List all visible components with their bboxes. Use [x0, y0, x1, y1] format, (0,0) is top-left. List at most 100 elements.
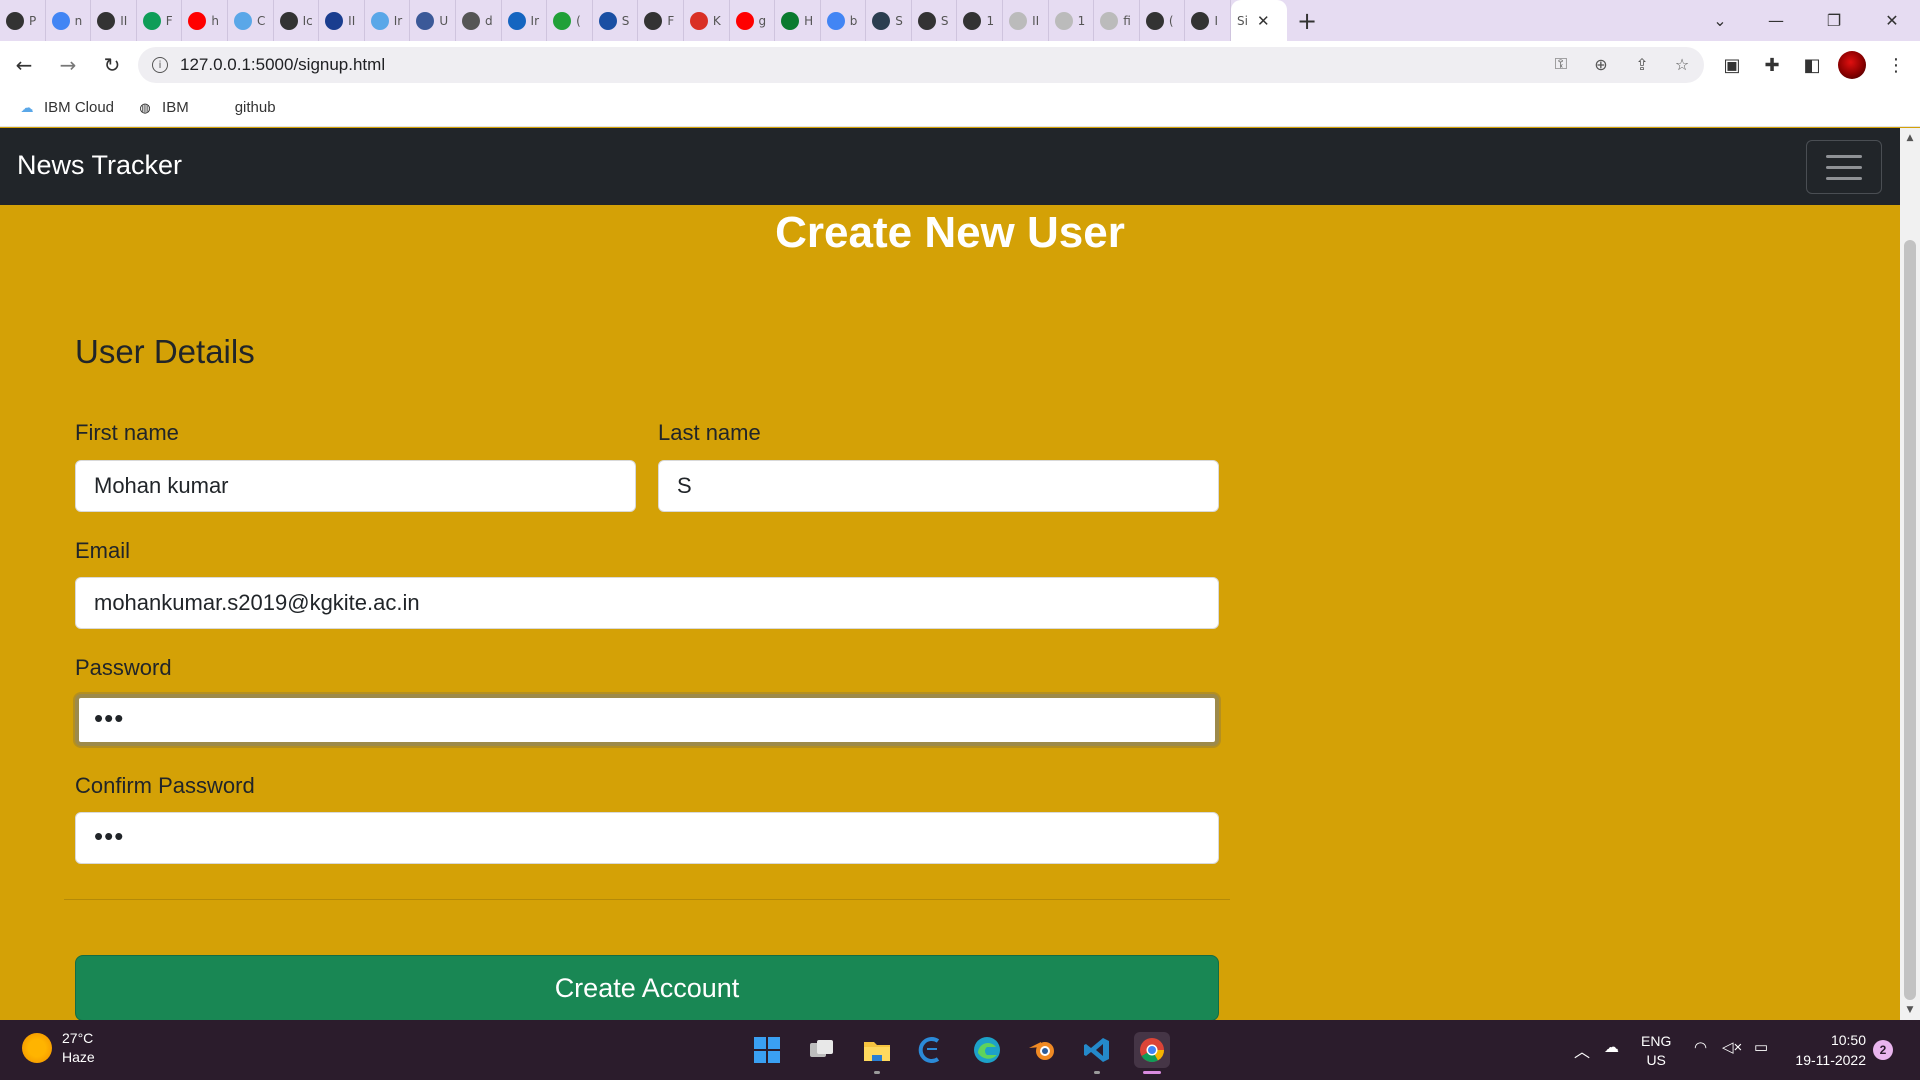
active-indicator	[1143, 1071, 1161, 1074]
browser-tab[interactable]: U	[410, 0, 456, 41]
browser-tab[interactable]: 1	[957, 0, 1004, 41]
confirm-password-label: Confirm Password	[75, 773, 255, 798]
browser-tab[interactable]: n	[46, 0, 92, 41]
tab-label: n	[74, 13, 83, 28]
password-input[interactable]: •••	[75, 694, 1219, 746]
minimize-button[interactable]: —	[1748, 0, 1804, 41]
running-indicator	[874, 1071, 880, 1074]
system-clock[interactable]: 10:50 19-11-2022	[1790, 1030, 1866, 1070]
active-tab-label: Si	[1237, 13, 1248, 28]
tabs-container: Pn II Fh C Ic II Ir Ud Ir (S F Kg Hb S S 1 II 1 fi (I	[0, 0, 1232, 41]
eclipse-app-icon[interactable]	[914, 1032, 950, 1068]
browser-tab[interactable]: F	[638, 0, 684, 41]
page-scrollbar[interactable]: ▲ ▼	[1900, 128, 1920, 1020]
last-name-input[interactable]: S	[658, 460, 1219, 512]
browser-tab[interactable]: S	[866, 0, 912, 41]
wifi-icon[interactable]: ◠	[1694, 1038, 1707, 1056]
extensions-puzzle-icon[interactable]: ✚	[1757, 50, 1787, 80]
reload-button[interactable]: ↻	[92, 45, 132, 85]
browser-tab[interactable]: C	[228, 0, 274, 41]
bookmark-ibm[interactable]: ◍ IBM	[136, 99, 189, 117]
key-icon[interactable]: ⚿	[1550, 53, 1572, 75]
create-account-button[interactable]: Create Account	[75, 955, 1219, 1020]
weather-widget[interactable]: 27°C Haze	[22, 1029, 95, 1067]
edge-browser-icon[interactable]	[969, 1032, 1005, 1068]
new-tab-button[interactable]: +	[1287, 0, 1327, 41]
browser-tab[interactable]: Ir	[502, 0, 548, 41]
email-input[interactable]: mohankumar.s2019@kgkite.ac.in	[75, 577, 1219, 629]
globe-icon	[917, 11, 936, 30]
browser-tab[interactable]: b	[821, 0, 867, 41]
onedrive-cloud-icon[interactable]: ☁	[1604, 1038, 1619, 1056]
tab-label: F	[165, 13, 173, 28]
browser-tab[interactable]: II	[319, 0, 365, 41]
forward-button[interactable]: →	[48, 45, 88, 85]
restore-button[interactable]: ❐	[1806, 0, 1862, 41]
scroll-down-icon[interactable]: ▼	[1900, 1002, 1920, 1018]
navbar-toggler-button[interactable]	[1806, 140, 1882, 194]
tab-label: S	[895, 13, 903, 28]
close-tab-icon[interactable]: ✕	[1257, 12, 1270, 30]
profile-avatar[interactable]	[1838, 51, 1866, 79]
weather-haze-icon	[22, 1033, 52, 1063]
file-explorer-icon[interactable]	[859, 1032, 895, 1074]
browser-tab[interactable]: 1	[1049, 0, 1095, 41]
bookmark-ibm-cloud[interactable]: ☁ IBM Cloud	[18, 99, 115, 117]
extension-profile-icon[interactable]: ▣	[1717, 50, 1747, 80]
zoom-icon[interactable]: ⊕	[1590, 53, 1612, 75]
browser-tab[interactable]: I	[1185, 0, 1232, 41]
scroll-thumb[interactable]	[1904, 240, 1916, 1000]
show-hidden-icons-chevron-icon[interactable]: ︿	[1574, 1038, 1590, 1062]
confirm-password-input[interactable]: •••	[75, 812, 1219, 864]
back-button[interactable]: ←	[4, 45, 44, 85]
bookmark-star-icon[interactable]: ☆	[1671, 53, 1693, 75]
browser-tab[interactable]: (	[1140, 0, 1186, 41]
site-info-icon[interactable]: i	[152, 57, 168, 73]
vscode-icon[interactable]	[1079, 1032, 1115, 1074]
chrome-browser-icon[interactable]	[1134, 1032, 1170, 1074]
volume-muted-icon[interactable]: ◁×	[1722, 1038, 1742, 1056]
close-window-button[interactable]: ✕	[1864, 0, 1920, 41]
hamburger-line	[1826, 165, 1862, 169]
tab-active[interactable]: Si ✕	[1231, 0, 1288, 41]
start-button[interactable]	[749, 1032, 785, 1068]
browser-tab[interactable]: F	[137, 0, 183, 41]
browser-tab[interactable]: h	[182, 0, 228, 41]
notification-badge[interactable]: 2	[1873, 1040, 1893, 1060]
browser-tab[interactable]: Ir	[365, 0, 411, 41]
first-name-input[interactable]: Mohan kumar	[75, 460, 636, 512]
form-divider	[64, 899, 1230, 900]
globe-icon: ◍	[139, 99, 151, 115]
browser-tab[interactable]: d	[456, 0, 502, 41]
menu-kebab-icon[interactable]: ⋮	[1881, 50, 1911, 80]
section-title: User Details	[75, 333, 255, 370]
language-indicator[interactable]: ENG US	[1641, 1032, 1671, 1070]
navbar-brand[interactable]: News Tracker	[17, 150, 182, 181]
browser-tab[interactable]: S	[912, 0, 958, 41]
browser-tab[interactable]: P	[0, 0, 46, 41]
tab-label: Ic	[302, 13, 313, 28]
browser-tab[interactable]: H	[775, 0, 821, 41]
password-label: Password	[75, 655, 172, 680]
share-icon[interactable]: ⇪	[1631, 53, 1653, 75]
side-panel-icon[interactable]: ◧	[1797, 50, 1827, 80]
browser-tab[interactable]: fi	[1094, 0, 1140, 41]
browser-tab[interactable]: Ic	[274, 0, 320, 41]
address-bar[interactable]: i 127.0.0.1:5000/signup.html	[138, 47, 1704, 83]
browser-tab[interactable]: (	[547, 0, 593, 41]
browser-tab[interactable]: K	[684, 0, 730, 41]
browser-tab[interactable]: II	[91, 0, 137, 41]
blender-icon[interactable]	[1024, 1032, 1060, 1068]
battery-icon[interactable]: ▭	[1754, 1038, 1768, 1056]
browser-tab[interactable]: II	[1003, 0, 1049, 41]
browser-tab[interactable]: S	[593, 0, 639, 41]
browser-tab[interactable]: g	[730, 0, 776, 41]
scroll-up-icon[interactable]: ▲	[1900, 130, 1920, 146]
tab-label: S	[940, 13, 949, 28]
bookmark-label: IBM	[162, 99, 189, 116]
drive-icon	[142, 11, 161, 30]
tab-search-icon[interactable]: ⌄	[1692, 0, 1748, 41]
globe-icon	[963, 11, 982, 30]
bookmark-github[interactable]: github	[235, 99, 276, 116]
task-view-icon[interactable]	[804, 1032, 840, 1068]
